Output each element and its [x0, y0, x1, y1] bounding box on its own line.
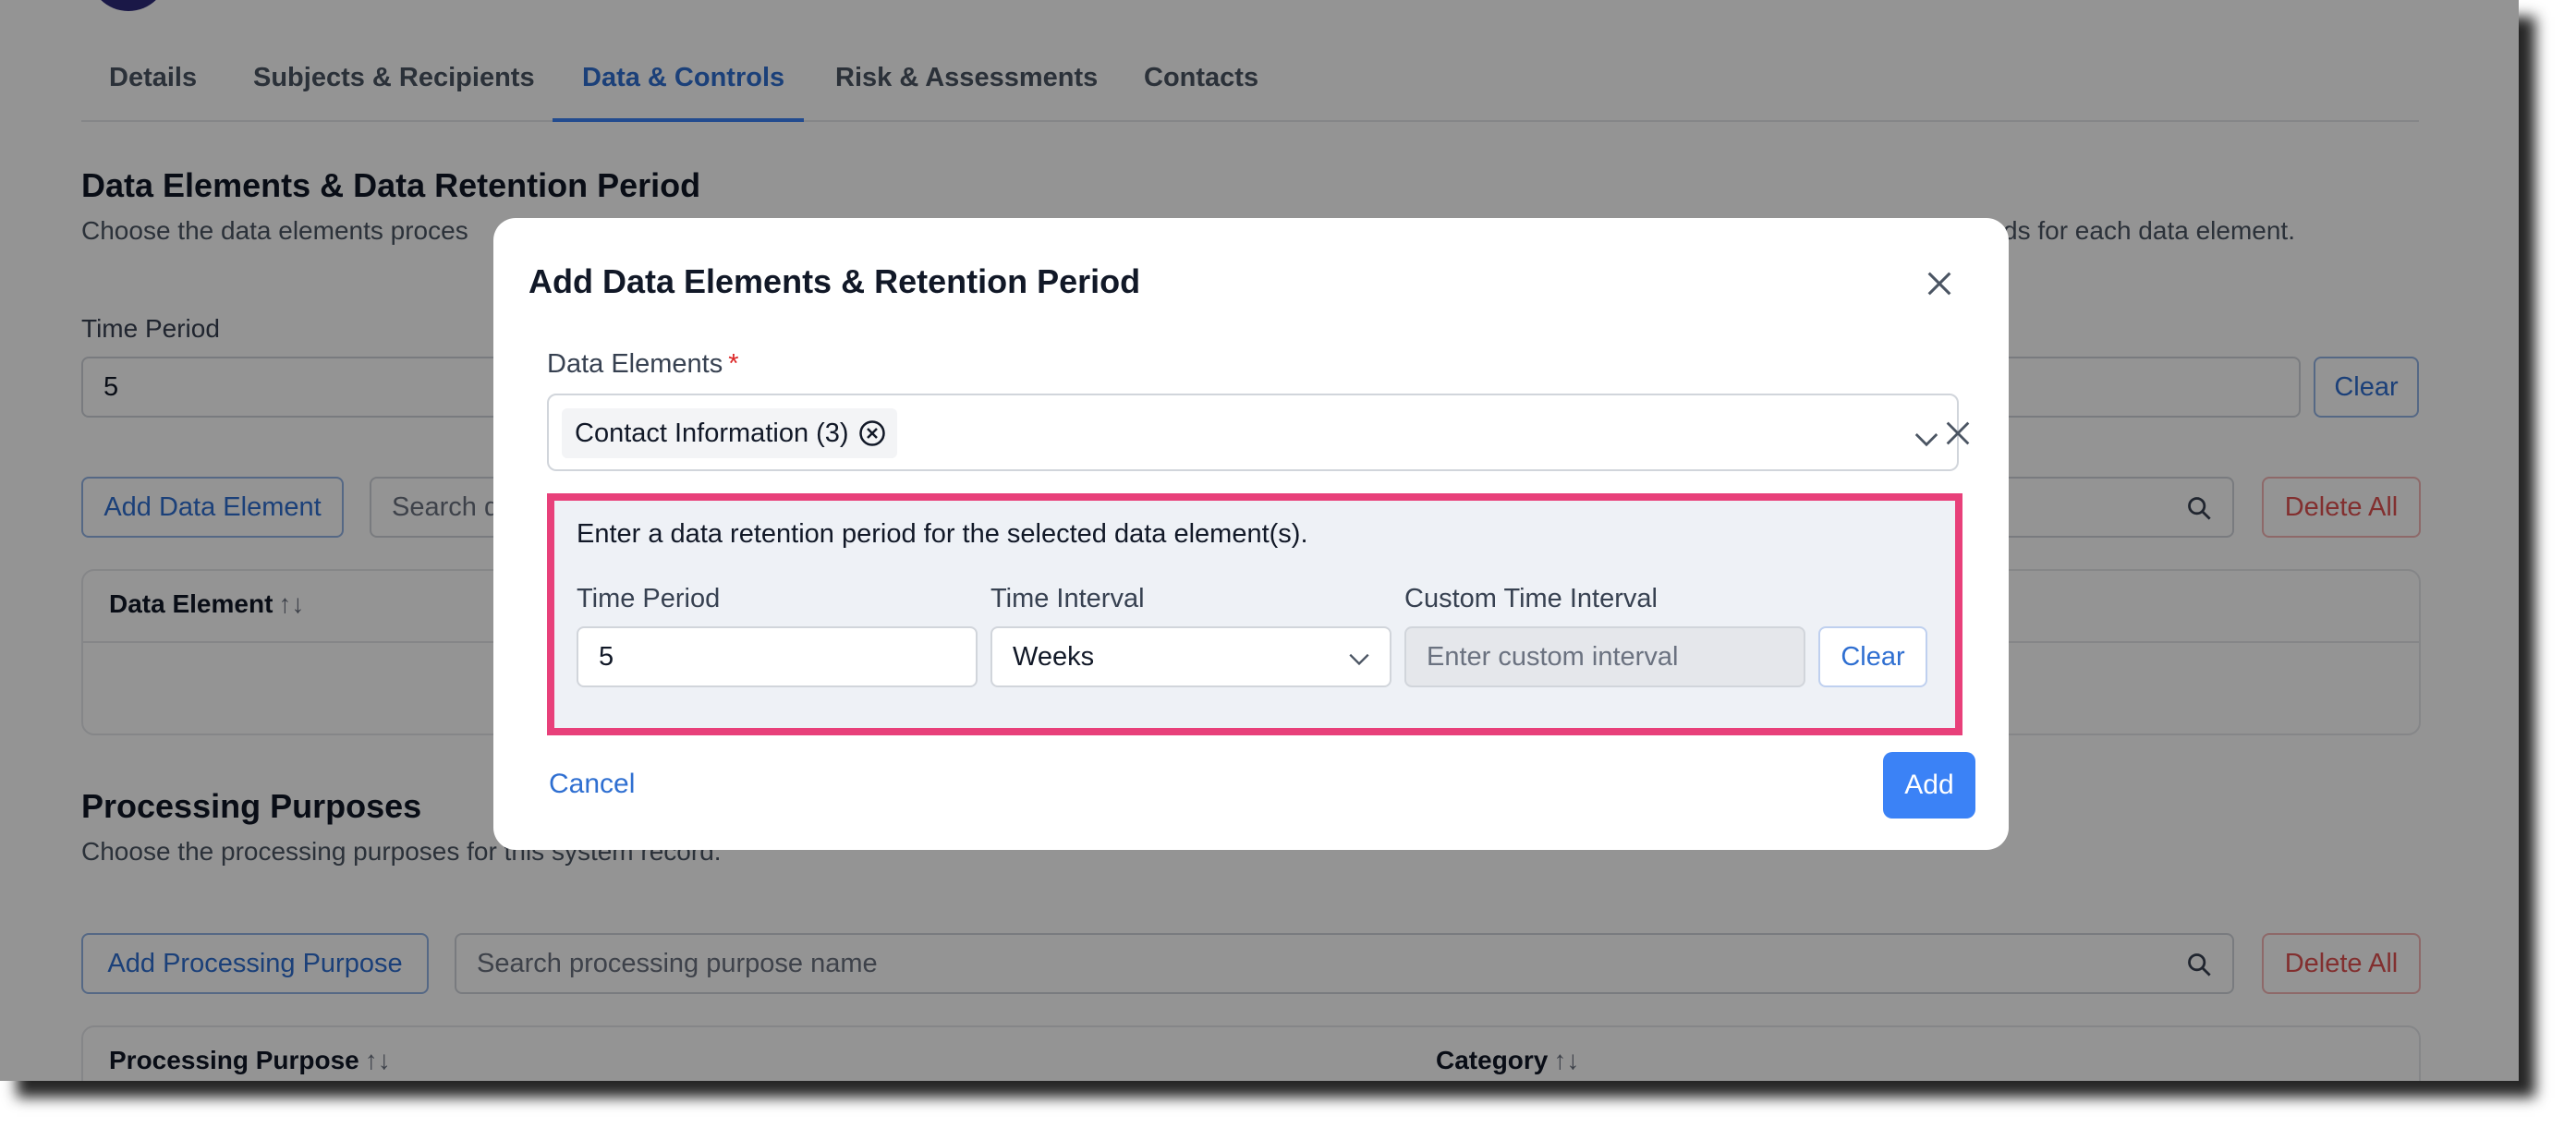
time-period-input[interactable]: 5	[577, 626, 978, 687]
data-elements-label: Data Elements *	[547, 349, 739, 380]
data-elements-multiselect[interactable]: Contact Information (3)	[547, 394, 1970, 471]
custom-interval-placeholder: Enter custom interval	[1427, 641, 1679, 672]
time-interval-label: Time Interval	[990, 584, 1145, 613]
time-interval-select[interactable]: Weeks	[990, 626, 1391, 687]
chevron-down-icon[interactable]	[1913, 425, 1940, 453]
chip-label: Contact Information (3)	[575, 418, 849, 448]
retention-period-panel: Enter a data retention period for the se…	[547, 493, 1962, 735]
required-marker: *	[728, 349, 739, 379]
cancel-button[interactable]: Cancel	[549, 769, 635, 800]
clear-selection-icon[interactable]	[1942, 418, 1974, 449]
time-period-label: Time Period	[577, 584, 721, 613]
add-data-elements-modal: Add Data Elements & Retention Period Dat…	[493, 218, 2009, 850]
modal-title: Add Data Elements & Retention Period	[529, 262, 1141, 300]
chevron-down-icon	[1349, 653, 1369, 666]
retention-prompt: Enter a data retention period for the se…	[577, 519, 1308, 549]
remove-chip-icon[interactable]	[858, 419, 886, 447]
time-interval-value: Weeks	[1013, 641, 1095, 672]
time-period-value: 5	[599, 641, 614, 672]
clear-button[interactable]: Clear	[1818, 626, 1927, 687]
app-window: Details Subjects & Recipients Data & Con…	[0, 0, 2519, 1081]
close-icon[interactable]	[1924, 268, 1955, 299]
add-button[interactable]: Add	[1883, 752, 1975, 819]
custom-time-interval-input[interactable]: Enter custom interval	[1404, 626, 1805, 687]
selected-chip: Contact Information (3)	[562, 408, 897, 458]
custom-time-interval-label: Custom Time Interval	[1404, 584, 1658, 613]
data-elements-label-text: Data Elements	[547, 349, 723, 379]
